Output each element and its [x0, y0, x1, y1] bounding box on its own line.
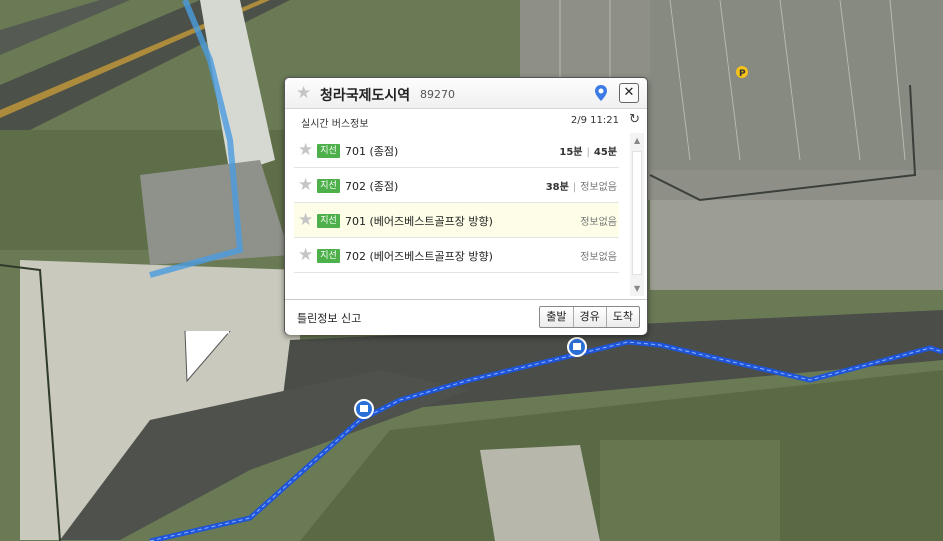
arrival-time-1: 38분: [545, 182, 569, 193]
popup-subheader: 실시간 버스정보 2/9 11:21 ↻: [285, 109, 647, 131]
refresh-icon[interactable]: ↻: [629, 112, 640, 127]
route-name: 701 (베어즈베스트골프장 방향): [345, 215, 493, 228]
arrival-time-2: 정보없음: [580, 252, 617, 263]
arrival-times: 정보없음: [580, 248, 617, 263]
route-type-badge: 지선: [317, 249, 340, 263]
favorite-star-icon[interactable]: ★: [298, 212, 313, 229]
route-type-badge: 지선: [317, 144, 340, 158]
close-button[interactable]: ✕: [619, 83, 639, 103]
location-pin-icon[interactable]: [594, 84, 608, 102]
stop-id: 89270: [420, 88, 455, 101]
route-name: 702 (종점): [345, 180, 399, 193]
report-error-link[interactable]: 틀린정보 신고: [297, 310, 361, 326]
route-row[interactable]: ★ 지선 702 (종점) 38분 | 정보없음: [294, 168, 619, 203]
popup-header: ★ 청라국제도시역 89270 ✕: [285, 78, 647, 109]
arrival-time-2: 45분: [593, 147, 617, 158]
popup-footer: 틀린정보 신고 출발 경유 도착: [285, 299, 647, 335]
favorite-star-icon[interactable]: ★: [298, 247, 313, 264]
via-button[interactable]: 경유: [572, 307, 606, 327]
route-name: 701 (종점): [345, 145, 399, 158]
realtime-label: 실시간 버스정보: [301, 119, 369, 130]
arrive-button[interactable]: 도착: [605, 307, 639, 327]
arrival-time-1: 15분: [559, 147, 583, 158]
arrival-times: 15분 | 45분: [559, 147, 617, 158]
scroll-thumb[interactable]: [632, 151, 642, 275]
favorite-star-icon[interactable]: ★: [298, 177, 313, 194]
bus-stop-popup: ★ 청라국제도시역 89270 ✕ 실시간 버스정보 2/9 11:21 ↻ ★…: [284, 77, 648, 335]
route-row[interactable]: ★ 지선 701 (종점) 15분 | 45분: [294, 133, 619, 168]
favorite-star-icon[interactable]: ★: [296, 85, 311, 102]
arrival-times: 38분 | 정보없음: [545, 182, 617, 193]
bus-stop-icon[interactable]: [354, 399, 374, 419]
depart-button[interactable]: 출발: [540, 307, 572, 327]
favorite-star-icon[interactable]: ★: [298, 142, 313, 159]
popup-pointer: [184, 331, 231, 383]
bus-stop-icon[interactable]: [567, 337, 587, 357]
scroll-up-icon[interactable]: ▲: [634, 136, 640, 145]
arrival-time-2: 정보없음: [580, 217, 617, 228]
route-row[interactable]: ★ 지선 701 (베어즈베스트골프장 방향) 정보없음: [294, 203, 619, 238]
arrival-time-2: 정보없음: [580, 182, 617, 193]
route-action-buttons: 출발 경유 도착: [539, 306, 640, 328]
route-type-badge: 지선: [317, 179, 340, 193]
route-list-scrollbar[interactable]: ▲ ▼: [630, 133, 644, 296]
route-list: ★ 지선 701 (종점) 15분 | 45분 ★ 지선 702 (종점) 38분 |…: [294, 133, 619, 295]
route-row[interactable]: ★ 지선 702 (베어즈베스트골프장 방향) 정보없음: [294, 238, 619, 273]
stop-title: 청라국제도시역: [320, 88, 411, 104]
update-time: 2/9 11:21: [570, 115, 619, 126]
route-name: 702 (베어즈베스트골프장 방향): [345, 250, 493, 263]
scroll-down-icon[interactable]: ▼: [634, 284, 640, 293]
route-type-badge: 지선: [317, 214, 340, 228]
parking-label: P: [739, 69, 746, 79]
arrival-times: 정보없음: [580, 213, 617, 228]
